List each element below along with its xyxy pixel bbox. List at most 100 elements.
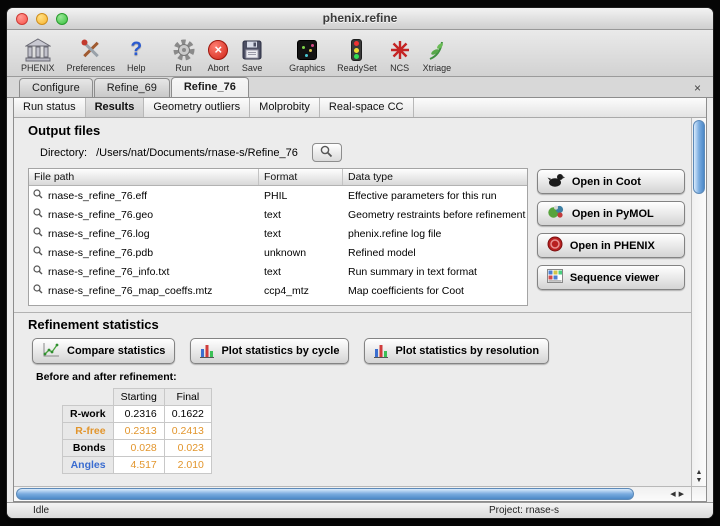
toolbar-xtriage-button[interactable]: Xtriage	[417, 32, 458, 76]
toolbar-separator	[269, 32, 283, 76]
vertical-scrollbar-thumb[interactable]	[693, 120, 705, 194]
button-label: Compare statistics	[67, 345, 165, 357]
open-in-phenix-button[interactable]: Open in PHENIX	[537, 233, 685, 258]
toolbar-run-label: Run	[175, 63, 192, 73]
abort-x-icon: ×	[208, 38, 228, 62]
toolbar-help-label: Help	[127, 63, 146, 73]
toolbar-xtriage-label: Xtriage	[423, 63, 452, 73]
table-row[interactable]: rnase-s_refine_76.log text phenix.refine…	[29, 224, 527, 243]
toolbar-readyset-label: ReadySet	[337, 63, 377, 73]
table-row[interactable]: rnase-s_refine_76.pdb unknown Refined mo…	[29, 243, 527, 262]
scroll-left-arrow-icon[interactable]: ◀	[670, 491, 678, 498]
column-header-data-type: Data type	[343, 169, 527, 185]
toolbar-help-button[interactable]: ? Help	[121, 32, 152, 76]
refinement-statistics-table: Starting Final R-work 0.2316 0.1622 R-fr…	[62, 388, 212, 474]
file-format: PHIL	[259, 190, 343, 202]
button-label: Plot statistics by resolution	[395, 345, 539, 357]
stats-row-angles: Angles 4.517 2.010	[63, 457, 212, 474]
vertical-scroll-arrows[interactable]: ▲ ▼	[692, 469, 706, 485]
toolbar-readyset-button[interactable]: ReadySet	[331, 32, 383, 76]
toolbar-graphics-button[interactable]: Graphics	[283, 32, 331, 76]
open-in-pymol-button[interactable]: Open in PyMOL	[537, 201, 685, 226]
horizontal-scrollbar[interactable]: ◀▶	[14, 486, 706, 501]
horizontal-scroll-arrows[interactable]: ◀▶	[670, 490, 691, 498]
file-name: rnase-s_refine_76_map_coeffs.mtz	[48, 285, 212, 297]
subtab-run-status[interactable]: Run status	[14, 98, 86, 117]
toolbar-ncs-button[interactable]: NCS	[383, 32, 417, 76]
magnifier-icon	[320, 145, 333, 161]
column-header-format: Format	[259, 169, 343, 185]
compare-statistics-button[interactable]: Compare statistics	[32, 338, 175, 364]
directory-path: /Users/nat/Documents/rnase-s/Refine_76	[96, 147, 298, 159]
subtab-geometry-outliers[interactable]: Geometry outliers	[144, 98, 250, 117]
scroll-up-arrow-icon[interactable]: ▲	[692, 469, 706, 477]
close-window-button[interactable]	[16, 13, 28, 25]
toolbar-separator	[152, 32, 166, 76]
plot-statistics-by-resolution-button[interactable]: Plot statistics by resolution	[364, 338, 549, 364]
stats-row-bonds: Bonds 0.028 0.023	[63, 440, 212, 457]
stat-label: Bonds	[63, 440, 114, 457]
file-data-type: Geometry restraints before refinement	[343, 209, 527, 221]
button-label: Sequence viewer	[570, 272, 659, 284]
subtab-real-space-cc[interactable]: Real-space CC	[320, 98, 414, 117]
phenix-home-icon	[25, 38, 51, 62]
toolbar-save-button[interactable]: Save	[235, 32, 269, 76]
ncs-symmetry-icon	[389, 38, 411, 62]
coot-bird-icon	[547, 172, 565, 191]
stat-final-value: 0.1622	[164, 406, 211, 423]
tab-refine-76[interactable]: Refine_76	[171, 77, 249, 97]
help-question-icon: ?	[131, 38, 143, 62]
file-name: rnase-s_refine_76_info.txt	[48, 266, 169, 278]
horizontal-scrollbar-thumb[interactable]	[16, 488, 634, 500]
table-row[interactable]: rnase-s_refine_76_info.txt text Run summ…	[29, 262, 527, 281]
vertical-scrollbar[interactable]: ▲ ▼	[691, 118, 706, 486]
sequence-viewer-button[interactable]: Sequence viewer	[537, 265, 685, 290]
stat-starting-value: 0.2313	[113, 423, 164, 440]
stats-column-final: Final	[164, 389, 211, 406]
toolbar-abort-label: Abort	[208, 63, 230, 73]
toolbar-run-button[interactable]: Run	[166, 32, 202, 76]
output-files-table: File path Format Data type rnase-s_refin…	[28, 168, 528, 306]
tab-refine-69[interactable]: Refine_69	[94, 78, 170, 97]
bar-chart-icon	[200, 342, 214, 361]
minimize-window-button[interactable]	[36, 13, 48, 25]
toolbar-preferences-button[interactable]: Preferences	[61, 32, 122, 76]
open-in-buttons: Open in Coot Open in PyMOL Open in PHENI…	[537, 168, 685, 290]
statistics-buttons: Compare statistics Plot statistics by cy…	[32, 338, 685, 364]
subtab-results[interactable]: Results	[86, 98, 145, 117]
stat-final-value: 0.2413	[164, 423, 211, 440]
toolbar-abort-button[interactable]: × Abort	[202, 32, 236, 76]
file-data-type: Map coefficients for Coot	[343, 285, 527, 297]
table-row[interactable]: rnase-s_refine_76.geo text Geometry rest…	[29, 205, 527, 224]
titlebar[interactable]: phenix.refine	[7, 8, 713, 30]
plot-statistics-by-cycle-button[interactable]: Plot statistics by cycle	[190, 338, 349, 364]
browse-directory-button[interactable]	[312, 143, 342, 162]
table-row[interactable]: rnase-s_refine_76_map_coeffs.mtz ccp4_mt…	[29, 281, 527, 300]
scroll-right-arrow-icon[interactable]: ▶	[679, 491, 687, 498]
directory-row: Directory: /Users/nat/Documents/rnase-s/…	[40, 143, 685, 162]
open-in-coot-button[interactable]: Open in Coot	[537, 169, 685, 194]
stat-label: R-work	[63, 406, 114, 423]
scroll-down-arrow-icon[interactable]: ▼	[692, 477, 706, 485]
traffic-lights	[16, 13, 68, 25]
stats-header-row: Starting Final	[63, 389, 212, 406]
pymol-icon	[547, 204, 565, 223]
app-window: phenix.refine PHENIX Preferences ? Help …	[7, 8, 713, 518]
before-after-label: Before and after refinement:	[36, 371, 685, 383]
subtab-molprobity[interactable]: Molprobity	[250, 98, 320, 117]
zoom-window-button[interactable]	[56, 13, 68, 25]
status-text: Idle	[7, 505, 49, 516]
toolbar: PHENIX Preferences ? Help Run × Abort	[7, 30, 713, 77]
column-header-file-path: File path	[29, 169, 259, 185]
close-tab-button[interactable]: ×	[694, 82, 701, 94]
button-label: Open in PyMOL	[572, 208, 654, 220]
tab-configure[interactable]: Configure	[19, 78, 93, 97]
project-label: Project: rnase-s	[489, 503, 559, 518]
file-table-rows: rnase-s_refine_76.eff PHIL Effective par…	[29, 186, 527, 305]
file-name: rnase-s_refine_76.geo	[48, 209, 153, 221]
traffic-light-icon	[351, 38, 362, 62]
xtriage-fern-icon	[426, 38, 448, 62]
table-row[interactable]: rnase-s_refine_76.eff PHIL Effective par…	[29, 186, 527, 205]
file-name: rnase-s_refine_76.pdb	[48, 247, 153, 259]
toolbar-phenix-button[interactable]: PHENIX	[15, 32, 61, 76]
